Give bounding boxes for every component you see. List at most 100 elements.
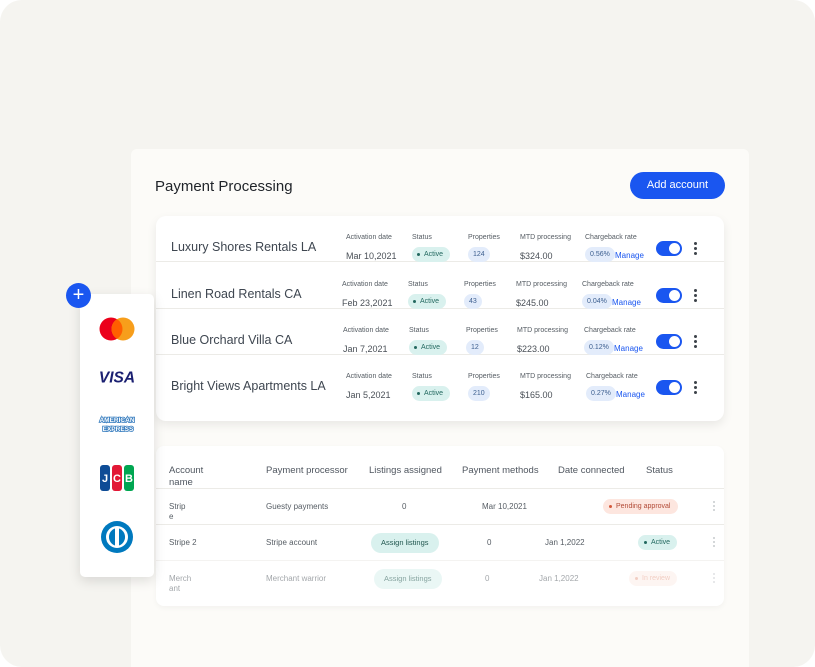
account-row: Linen Road Rentals CA Activation date Fe… <box>156 263 724 309</box>
processor-cell: Merchant warrior <box>266 574 327 583</box>
column-header-date-connected: Date connected <box>558 465 625 476</box>
add-account-button[interactable]: Add account <box>630 172 725 199</box>
mtd-processing-value: $223.00 <box>517 344 550 354</box>
more-options-icon[interactable] <box>694 289 698 302</box>
activation-date-value: Mar 10,2021 <box>346 251 397 261</box>
amex-logo: AMERICAN EXPRESS <box>99 416 136 434</box>
more-options-icon[interactable] <box>694 242 698 255</box>
status-badge: Pending approval <box>603 499 678 514</box>
status-label: Status <box>412 234 432 241</box>
chargeback-rate-label: Chargeback rate <box>586 373 638 380</box>
activation-date-value: Feb 23,2021 <box>342 298 393 308</box>
column-header-listings-assigned: Listings assigned <box>369 465 442 476</box>
status-badge: Active <box>638 535 678 550</box>
table-row: Stripe Guesty payments 0 Mar 10,2021 Pen… <box>156 488 724 524</box>
amex-logo: EXPRESS <box>103 426 134 433</box>
chargeback-rate-value: 0.27% <box>586 386 616 401</box>
activation-date-label: Activation date <box>342 281 388 288</box>
properties-label: Properties <box>468 234 500 241</box>
accounts-list: Luxury Shores Rentals LA Activation date… <box>156 216 724 421</box>
status-label: Status <box>408 281 428 288</box>
visa-logo: VISA <box>99 370 135 387</box>
more-options-icon[interactable] <box>694 335 698 348</box>
manage-link[interactable]: Manage <box>612 298 641 307</box>
properties-count: 43 <box>464 294 482 309</box>
mtd-processing-label: MTD processing <box>516 281 567 288</box>
table-row: Merchant Merchant warrior Assign listing… <box>156 560 724 596</box>
add-payment-method-button[interactable]: + <box>66 283 91 308</box>
properties-label: Properties <box>466 327 498 334</box>
account-row: Luxury Shores Rentals LA Activation date… <box>156 216 724 262</box>
chargeback-rate-value: 0.56% <box>585 247 615 262</box>
date-cell: Mar 10,2021 <box>482 502 527 511</box>
chargeback-rate-value: 0.04% <box>582 294 612 309</box>
card-brands-panel: VISA AMERICAN EXPRESS J C B <box>80 294 154 577</box>
activation-date-label: Activation date <box>346 373 392 380</box>
properties-count: 210 <box>468 386 490 401</box>
mtd-processing-label: MTD processing <box>520 373 571 380</box>
chargeback-rate-label: Chargeback rate <box>582 281 634 288</box>
mtd-processing-label: MTD processing <box>520 234 571 241</box>
svg-text:J: J <box>102 473 108 485</box>
activation-date-value: Jan 5,2021 <box>346 390 391 400</box>
chargeback-rate-value: 0.12% <box>584 340 614 355</box>
account-name-cell: Stripe 2 <box>169 538 197 547</box>
chargeback-rate-label: Chargeback rate <box>585 234 637 241</box>
column-header-account-name: Account name <box>169 465 204 488</box>
account-name-cell: Merchant <box>169 574 192 593</box>
manage-link[interactable]: Manage <box>615 251 644 260</box>
account-name: Bright Views Apartments LA <box>171 379 326 393</box>
more-options-icon[interactable] <box>713 501 716 513</box>
mtd-processing-label: MTD processing <box>517 327 568 334</box>
activation-date-value: Jan 7,2021 <box>343 344 388 354</box>
payment-methods-cell: 0 <box>487 538 492 547</box>
amex-logo: AMERICAN <box>99 417 134 424</box>
mtd-processing-value: $165.00 <box>520 390 553 400</box>
jcb-logo: J C B <box>100 465 134 491</box>
more-options-icon[interactable] <box>713 573 716 585</box>
manage-link[interactable]: Manage <box>616 390 645 399</box>
account-name: Blue Orchard Villa CA <box>171 333 293 347</box>
more-options-icon[interactable] <box>694 381 698 394</box>
column-header-status: Status <box>646 465 673 476</box>
more-options-icon[interactable] <box>713 537 716 549</box>
listings-cell: 0 <box>402 502 407 511</box>
svg-text:C: C <box>113 473 121 485</box>
properties-label: Properties <box>468 373 500 380</box>
mtd-processing-value: $324.00 <box>520 251 553 261</box>
connected-accounts-table: Account name Payment processor Listings … <box>156 446 724 606</box>
assign-listings-button[interactable]: Assign listings <box>374 569 442 589</box>
status-badge: Active <box>409 340 448 355</box>
mastercard-logo <box>99 317 135 341</box>
status-badge: Active <box>412 386 451 401</box>
account-enabled-toggle[interactable] <box>656 380 682 395</box>
diners-logo <box>101 521 133 553</box>
account-row: Blue Orchard Villa CA Activation date Ja… <box>156 309 724 355</box>
account-row: Bright Views Apartments LA Activation da… <box>156 355 724 401</box>
page-background: Payment Processing Add account Luxury Sh… <box>0 0 815 667</box>
properties-count: 124 <box>468 247 490 262</box>
processor-cell: Stripe account <box>266 538 318 547</box>
status-badge: In review <box>629 571 678 586</box>
processor-cell: Guesty payments <box>266 502 329 511</box>
manage-link[interactable]: Manage <box>614 344 643 353</box>
account-enabled-toggle[interactable] <box>656 334 682 349</box>
date-cell: Jan 1,2022 <box>539 574 579 583</box>
table-row: Stripe 2 Stripe account Assign listings … <box>156 524 724 560</box>
status-badge: Active <box>408 294 447 309</box>
account-name-cell: Stripe <box>169 502 186 521</box>
assign-listings-button[interactable]: Assign listings <box>371 533 439 553</box>
account-enabled-toggle[interactable] <box>656 288 682 303</box>
account-enabled-toggle[interactable] <box>656 241 682 256</box>
date-cell: Jan 1,2022 <box>545 538 585 547</box>
properties-label: Properties <box>464 281 496 288</box>
chargeback-rate-label: Chargeback rate <box>584 327 636 334</box>
status-badge: Active <box>412 247 451 262</box>
status-label: Status <box>412 373 432 380</box>
svg-text:B: B <box>125 473 133 485</box>
mtd-processing-value: $245.00 <box>516 298 549 308</box>
account-name: Linen Road Rentals CA <box>171 287 302 301</box>
properties-count: 12 <box>466 340 484 355</box>
account-name: Luxury Shores Rentals LA <box>171 240 317 254</box>
page-title: Payment Processing <box>155 178 293 195</box>
